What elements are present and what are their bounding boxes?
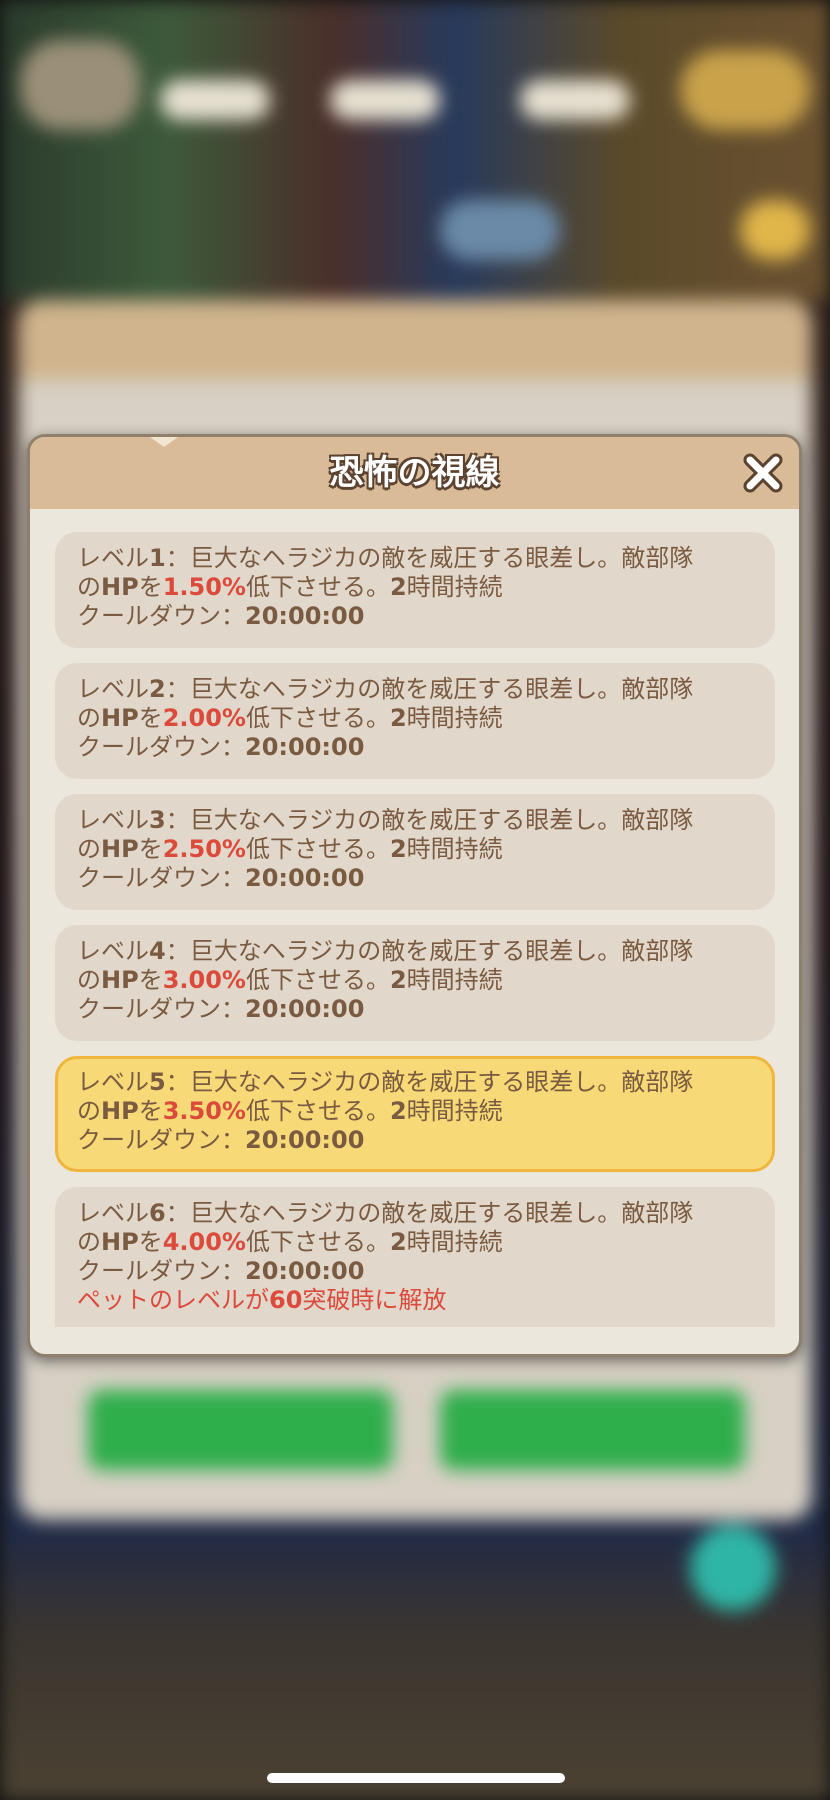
level-desc-line-1: レベル2：巨大なヘラジカの敵を威圧する眼差し。敵部隊 [77, 675, 694, 703]
skill-detail-modal: 恐怖の視線 レベル1：巨大なヘラジカの敵を威圧する眼差し。敵部隊 のHPを1.5… [27, 434, 802, 1357]
level-card-4: レベル4：巨大なヘラジカの敵を威圧する眼差し。敵部隊 のHPを3.00%低下させ… [55, 925, 775, 1041]
level-card-3: レベル3：巨大なヘラジカの敵を威圧する眼差し。敵部隊 のHPを2.50%低下させ… [55, 794, 775, 910]
close-x-icon [743, 453, 783, 493]
level-desc-line-1: レベル1：巨大なヘラジカの敵を威圧する眼差し。敵部隊 [77, 544, 694, 572]
screen: 恐怖の視線 レベル1：巨大なヘラジカの敵を威圧する眼差し。敵部隊 のHPを1.5… [0, 0, 830, 1800]
level-card-5-current: レベル5：巨大なヘラジカの敵を威圧する眼差し。敵部隊 のHPを3.50%低下させ… [55, 1056, 775, 1172]
level-desc-line-2: のHPを2.50%低下させる。2時間持続 [77, 835, 503, 863]
level-desc-line-1: レベル5：巨大なヘラジカの敵を威圧する眼差し。敵部隊 [77, 1068, 694, 1096]
home-indicator[interactable] [267, 1773, 565, 1783]
cooldown-line: クールダウン：20:00:00 [77, 864, 365, 892]
unlock-requirement: ペットのレベルが60突破時に解放 [77, 1286, 447, 1314]
close-button[interactable] [741, 451, 785, 495]
modal-title: 恐怖の視線 [329, 453, 500, 493]
level-card-1: レベル1：巨大なヘラジカの敵を威圧する眼差し。敵部隊 のHPを1.50%低下させ… [55, 532, 775, 648]
level-card-2: レベル2：巨大なヘラジカの敵を威圧する眼差し。敵部隊 のHPを2.00%低下させ… [55, 663, 775, 779]
level-desc-line-2: のHPを3.00%低下させる。2時間持続 [77, 966, 503, 994]
level-desc-line-2: のHPを2.00%低下させる。2時間持続 [77, 704, 503, 732]
level-desc-line-1: レベル3：巨大なヘラジカの敵を威圧する眼差し。敵部隊 [77, 806, 694, 834]
cooldown-line: クールダウン：20:00:00 [77, 733, 365, 761]
cooldown-line: クールダウン：20:00:00 [77, 1126, 365, 1154]
cooldown-line: クールダウン：20:00:00 [77, 1257, 365, 1285]
level-desc-line-1: レベル4：巨大なヘラジカの敵を威圧する眼差し。敵部隊 [77, 937, 694, 965]
level-card-6-locked: レベル6：巨大なヘラジカの敵を威圧する眼差し。敵部隊 のHPを4.00%低下させ… [55, 1187, 775, 1327]
level-desc-line-2: のHPを1.50%低下させる。2時間持続 [77, 573, 503, 601]
level-desc-line-2: のHPを4.00%低下させる。2時間持続 [77, 1228, 503, 1256]
cooldown-line: クールダウン：20:00:00 [77, 602, 365, 630]
cooldown-line: クールダウン：20:00:00 [77, 995, 365, 1023]
level-desc-line-1: レベル6：巨大なヘラジカの敵を威圧する眼差し。敵部隊 [77, 1199, 694, 1227]
level-desc-line-2: のHPを3.50%低下させる。2時間持続 [77, 1097, 503, 1125]
